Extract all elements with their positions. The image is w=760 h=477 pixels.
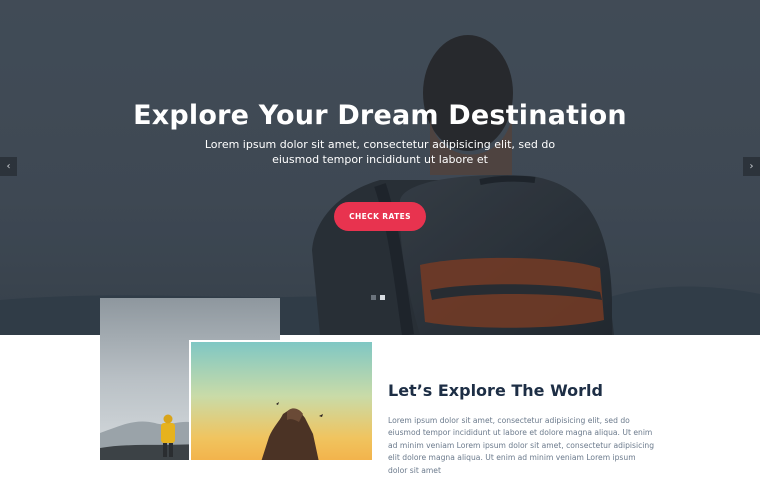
about-image-sunset (189, 340, 372, 460)
chevron-right-icon: › (749, 161, 754, 172)
about-title: Let’s Explore The World (388, 381, 603, 400)
slider-prev-button[interactable]: ‹ (0, 157, 17, 176)
check-rates-button[interactable]: CHECK RATES (334, 202, 426, 231)
slider-pagination (371, 295, 385, 300)
about-text: Lorem ipsum dolor sit amet, consectetur … (388, 416, 655, 475)
hero-overlay (0, 0, 760, 335)
slider-next-button[interactable]: › (743, 157, 760, 176)
hero-subtitle: Lorem ipsum dolor sit amet, consectetur … (204, 138, 556, 166)
hero-slider: Explore Your Dream Destination Lorem ips… (0, 0, 760, 335)
slider-dot-2[interactable] (380, 295, 385, 300)
chevron-left-icon: ‹ (6, 161, 11, 172)
sunset-photo (191, 342, 372, 460)
slider-dot-1[interactable] (371, 295, 376, 300)
hero-title: Explore Your Dream Destination (133, 100, 627, 131)
